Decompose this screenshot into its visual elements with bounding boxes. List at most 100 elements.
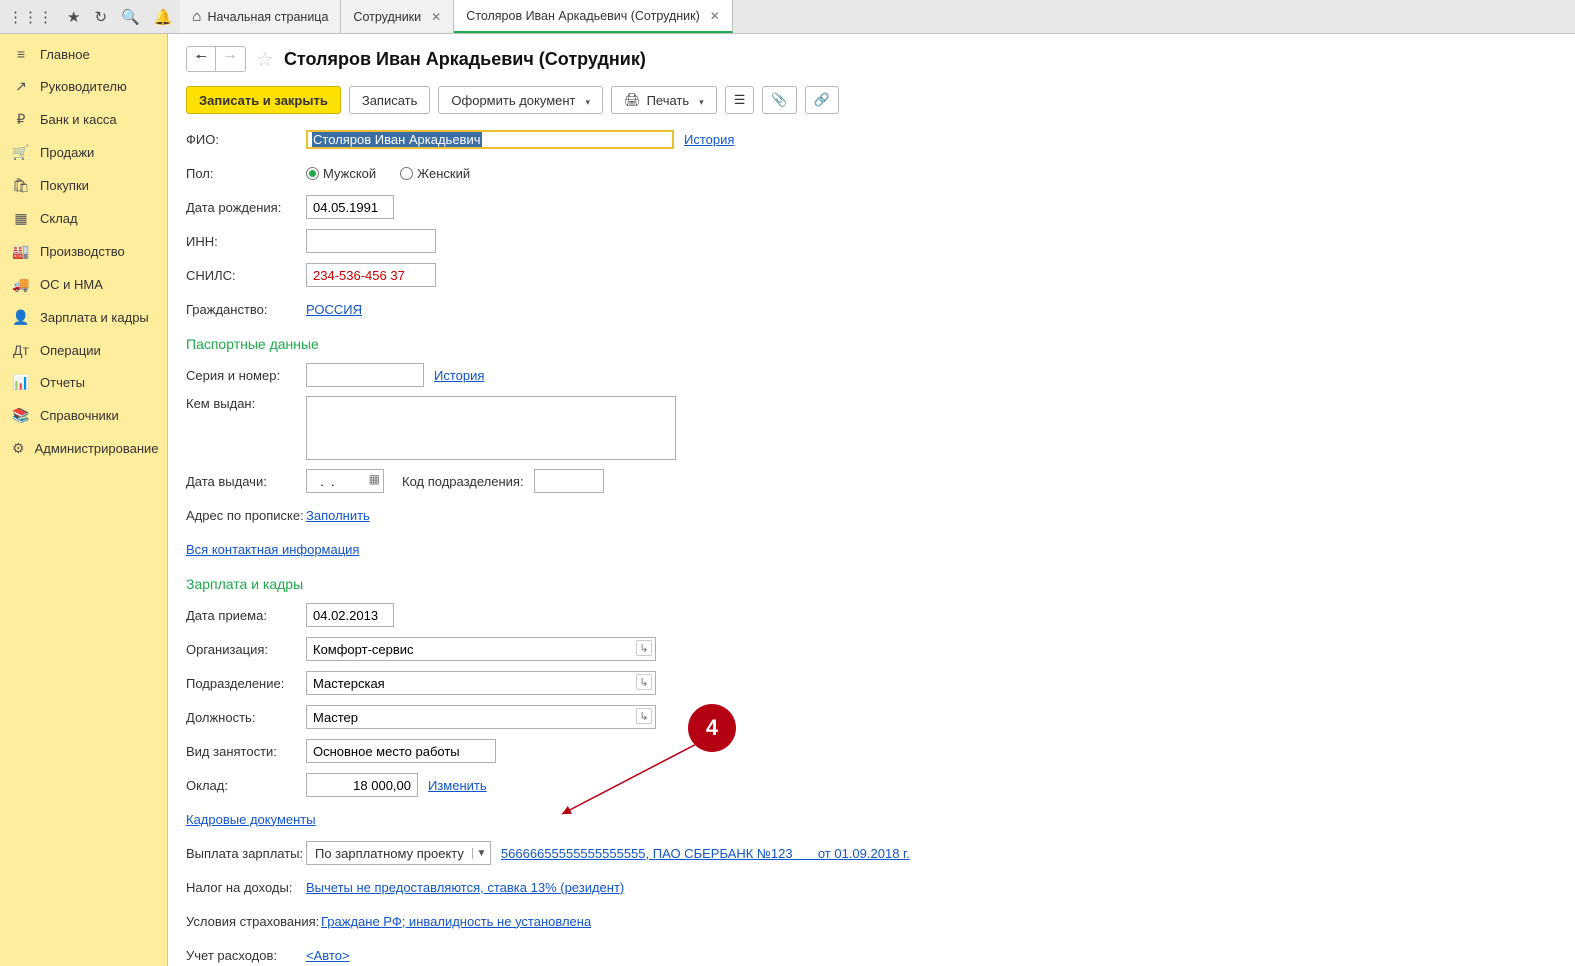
hire-date-input[interactable]	[306, 603, 394, 627]
back-button[interactable]: 🠔	[186, 46, 216, 72]
issued-by-label: Кем выдан:	[186, 396, 306, 411]
nav-icon: ₽	[12, 111, 30, 128]
open-ref-icon[interactable]: ↳	[636, 674, 652, 690]
open-ref-icon[interactable]: ↳	[636, 708, 652, 724]
nav-icon: 🛒	[12, 144, 30, 161]
issued-by-input[interactable]	[306, 396, 676, 460]
page-title: Столяров Иван Аркадьевич (Сотрудник)	[284, 49, 646, 70]
position-field[interactable]	[306, 705, 656, 729]
tab-employee-card-label: Столяров Иван Аркадьевич (Сотрудник)	[466, 9, 700, 23]
nav-icon: 📊	[12, 374, 30, 391]
sidebar-item-3[interactable]: 🛒Продажи	[0, 136, 167, 169]
sidebar-item-9[interactable]: ДтОперации	[0, 334, 167, 366]
insurance-link[interactable]: Граждане РФ; инвалидность не установлена	[321, 914, 591, 929]
accounting-label: Учет расходов:	[186, 948, 306, 963]
sidebar: ≡Главное↗Руководителю₽Банк и касса🛒Прода…	[0, 34, 168, 966]
nav-label: Производство	[40, 244, 125, 259]
hr-docs-link[interactable]: Кадровые документы	[186, 812, 316, 827]
issue-document-button[interactable]: Оформить документ	[438, 86, 603, 114]
sidebar-item-5[interactable]: ▦Склад	[0, 202, 167, 235]
dept-field[interactable]	[306, 671, 656, 695]
radio-dot-icon	[400, 167, 413, 180]
nav-icon: 🚚	[12, 276, 30, 293]
tab-employees[interactable]: Сотрудники✕	[341, 0, 454, 33]
change-salary-link[interactable]: Изменить	[428, 778, 487, 793]
fio-label: ФИО:	[186, 132, 306, 147]
chevron-down-icon[interactable]: ▼	[472, 848, 490, 859]
inn-label: ИНН:	[186, 234, 306, 249]
fio-history-link[interactable]: История	[684, 132, 734, 147]
salary-label: Оклад:	[186, 778, 306, 793]
sidebar-item-10[interactable]: 📊 Отчеты	[0, 366, 167, 399]
nav-icon: 👤	[12, 309, 30, 326]
radio-male[interactable]: Мужской	[306, 166, 376, 181]
sidebar-item-8[interactable]: 👤Зарплата и кадры	[0, 301, 167, 334]
dob-input[interactable]	[306, 195, 394, 219]
series-label: Серия и номер:	[186, 368, 306, 383]
bell-icon[interactable]: 🔔	[154, 8, 173, 26]
nav-label: Руководителю	[40, 79, 127, 94]
sidebar-item-1[interactable]: ↗Руководителю	[0, 70, 167, 103]
pay-method-combo[interactable]: По зарплатному проекту▼	[306, 841, 491, 865]
accounting-link[interactable]: <Авто>	[306, 948, 350, 963]
fill-address-link[interactable]: Заполнить	[306, 508, 370, 523]
forward-button[interactable]: 🠖	[216, 46, 246, 72]
passport-section-header: Паспортные данные	[186, 336, 1557, 352]
position-input[interactable]: ↳	[306, 705, 656, 729]
toolbar: Записать и закрыть Записать Оформить док…	[186, 86, 1557, 114]
sidebar-item-2[interactable]: ₽Банк и касса	[0, 103, 167, 136]
radio-female[interactable]: Женский	[400, 166, 470, 181]
link-button[interactable]: 🔗	[805, 86, 839, 114]
income-tax-link[interactable]: Вычеты не предоставляются, ставка 13% (р…	[306, 880, 624, 895]
sidebar-item-7[interactable]: 🚚ОС и НМА	[0, 268, 167, 301]
close-icon[interactable]: ✕	[710, 9, 720, 23]
sidebar-item-6[interactable]: 🏭Производство	[0, 235, 167, 268]
inn-input[interactable]	[306, 229, 436, 253]
star-icon[interactable]: ★	[67, 8, 80, 26]
sidebar-item-0[interactable]: ≡Главное	[0, 38, 167, 70]
series-history-link[interactable]: История	[434, 368, 484, 383]
top-bar: ⋮⋮⋮ ★ ↻ 🔍 🔔 Начальная страница Сотрудник…	[0, 0, 1575, 34]
nav-label: Склад	[40, 211, 78, 226]
sidebar-item-12[interactable]: ⚙Администрирование	[0, 432, 167, 465]
sidebar-item-4[interactable]: 🛍 Покупки	[0, 169, 167, 202]
open-ref-icon[interactable]: ↳	[636, 640, 652, 656]
position-label: Должность:	[186, 710, 306, 725]
org-input[interactable]: ↳	[306, 637, 656, 661]
tab-home[interactable]: Начальная страница	[180, 0, 341, 33]
series-input[interactable]	[306, 363, 424, 387]
tab-employee-card[interactable]: Столяров Иван Аркадьевич (Сотрудник) ✕	[454, 0, 733, 33]
fio-input[interactable]: Столяров Иван Аркадьевич	[306, 130, 674, 149]
all-contacts-link[interactable]: Вся контактная информация	[186, 542, 359, 557]
apps-icon[interactable]: ⋮⋮⋮	[8, 8, 53, 26]
nav-label: Покупки	[40, 178, 89, 193]
print-button[interactable]: 🖨Печать	[611, 86, 717, 114]
favorite-star-icon[interactable]: ☆	[256, 47, 274, 72]
sidebar-item-11[interactable]: 📚Справочники	[0, 399, 167, 432]
print-label: Печать	[647, 93, 690, 108]
save-button[interactable]: Записать	[349, 86, 431, 114]
issue-date-label: Дата выдачи:	[186, 474, 306, 489]
issue-date-input[interactable]: ▦	[306, 469, 384, 493]
snils-input[interactable]	[306, 263, 436, 287]
nav-icon: ≡	[12, 46, 30, 62]
pay-method-value: По зарплатному проекту	[307, 846, 472, 861]
dept-code-input[interactable]	[534, 469, 604, 493]
citizenship-label: Гражданство:	[186, 302, 306, 317]
chevron-down-icon	[582, 93, 591, 108]
citizenship-link[interactable]: РОССИЯ	[306, 302, 362, 317]
emp-type-input[interactable]	[306, 739, 496, 763]
issue-date-field[interactable]	[306, 469, 384, 493]
org-field[interactable]	[306, 637, 656, 661]
history-icon[interactable]: ↻	[94, 8, 107, 26]
dept-input[interactable]: ↳	[306, 671, 656, 695]
search-icon[interactable]: 🔍	[121, 8, 140, 26]
nav-icon: 🛍	[12, 177, 30, 194]
list-button[interactable]: ☰	[725, 86, 755, 114]
save-close-button[interactable]: Записать и закрыть	[186, 86, 341, 114]
nav-label: Отчеты	[40, 375, 85, 390]
salary-input[interactable]	[306, 773, 418, 797]
close-icon[interactable]: ✕	[431, 10, 441, 24]
attachment-button[interactable]: 📎	[762, 86, 796, 114]
pay-project-link[interactable]: 56666655555555555555, ПАО СБЕРБАНК №123 …	[501, 846, 910, 861]
